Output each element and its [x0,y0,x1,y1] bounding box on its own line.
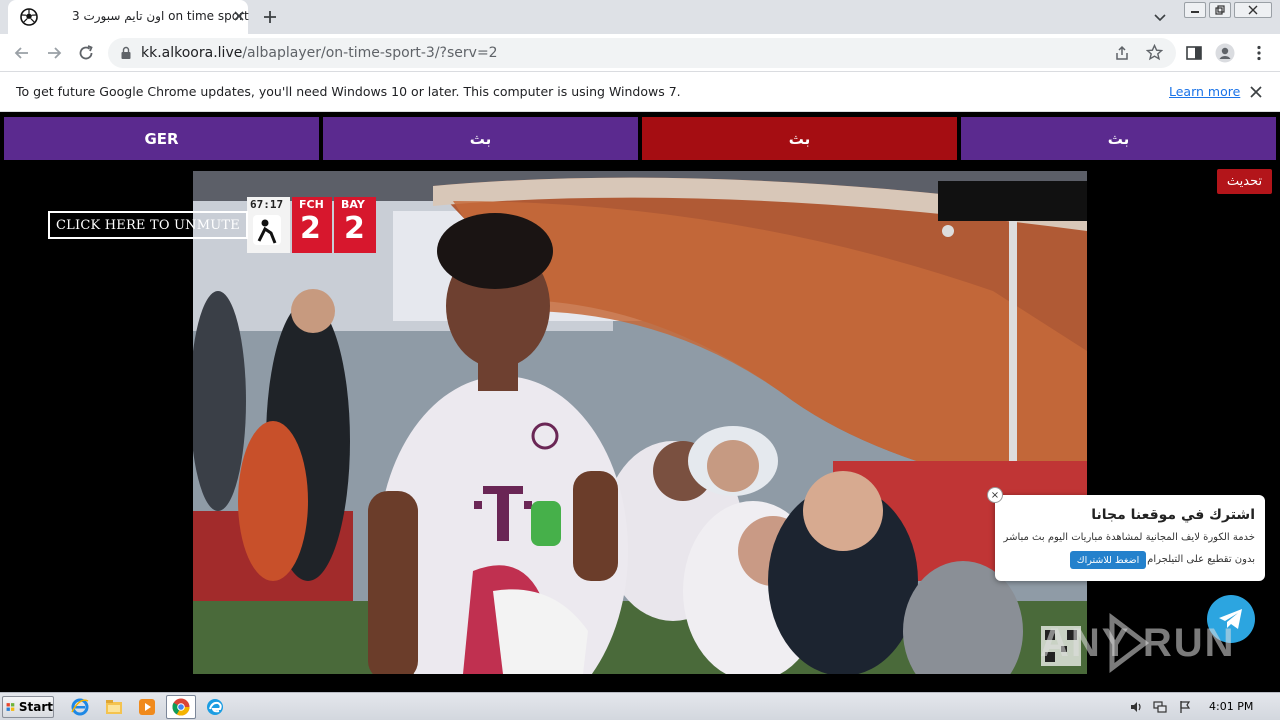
anyrun-watermark-logo: ANY RUN [1040,612,1236,674]
forward-arrow-icon[interactable] [44,43,64,63]
close-icon [1248,5,1258,15]
popup-close-button[interactable]: × [987,487,1003,503]
minimize-icon [1191,11,1199,13]
edge-icon[interactable] [205,697,225,717]
server-button-active[interactable]: بث [642,117,957,160]
close-icon[interactable] [1249,85,1263,99]
home-team: FCH [299,198,324,211]
learn-more-link[interactable]: Learn more [1169,84,1240,99]
media-player-icon[interactable] [137,697,157,717]
page-content: GER بث بث بث تحديث 67:17 FCH BAY 2 2 CLI… [0,113,1280,692]
reload-icon[interactable] [76,43,96,63]
subscribe-button[interactable]: اضغط للاشتراك [1070,551,1146,569]
tab-close-icon[interactable] [232,9,246,23]
match-clock: 67:17 [250,198,284,211]
bundesliga-logo-icon [253,215,281,245]
popup-description-line2: بدون تقطيع على التيلجرام [1147,554,1255,565]
action-center-flag-icon[interactable] [1178,700,1192,714]
soccer-ball-icon [20,8,38,26]
server-button-label: GER [144,129,179,148]
server-button-2[interactable]: بث [323,117,638,160]
network-icon[interactable] [1153,700,1167,714]
chevron-down-icon[interactable] [1153,10,1167,24]
chrome-icon [172,698,190,716]
popup-description-line1: خدمة الكورة لايف المجانية لمشاهدة مباريا… [1003,532,1255,543]
taskbar-chrome-button[interactable] [166,695,196,719]
url-domain: kk.alkoora.live [141,45,243,61]
start-button[interactable]: Start [2,696,54,718]
server-button-ger[interactable]: GER [4,117,319,160]
address-bar[interactable]: kk.alkoora.live/albaplayer/on-time-sport… [108,38,1176,68]
minimize-button[interactable] [1184,2,1206,18]
anyrun-watermark-text: ANY RUN [1040,621,1236,665]
lock-icon[interactable] [120,46,132,60]
bookmark-star-icon[interactable] [1146,44,1163,61]
new-tab-icon[interactable] [262,9,278,25]
share-icon[interactable] [1114,45,1130,61]
start-label: Start [18,700,53,714]
url-text[interactable]: kk.alkoora.live/albaplayer/on-time-sport… [141,45,498,61]
scoreboard: 67:17 FCH BAY 2 2 [247,197,376,253]
internet-explorer-icon[interactable] [70,697,90,717]
away-team: BAY [341,198,365,211]
home-score: 2 [300,211,321,246]
update-infobar: To get future Google Chrome updates, you… [0,72,1280,112]
volume-icon[interactable] [1129,700,1143,714]
refresh-button[interactable]: تحديث [1217,169,1272,194]
menu-dots-icon[interactable] [1250,44,1268,62]
window-close-button[interactable] [1234,2,1272,18]
tab-strip: اون تايم سبورت 3 on time sport [0,0,1280,34]
server-button-label: بث [788,129,811,148]
tab-title: اون تايم سبورت 3 on time sport [72,9,249,23]
url-path: /albaplayer/on-time-sport-3/?serv=2 [242,45,498,61]
file-explorer-icon[interactable] [104,697,124,717]
back-arrow-icon[interactable] [12,43,32,63]
restore-button[interactable] [1209,2,1231,18]
restore-icon [1215,5,1225,15]
unmute-button[interactable]: CLICK HERE TO UNMUTE [48,211,248,239]
server-button-label: بث [469,129,492,148]
taskbar-clock[interactable]: 4:01 PM [1209,700,1253,713]
windows-logo-icon [6,703,15,711]
side-panel-icon[interactable] [1185,44,1203,62]
browser-toolbar: kk.alkoora.live/albaplayer/on-time-sport… [0,34,1280,72]
server-button-label: بث [1107,129,1130,148]
windows-taskbar: Start 4:01 PM [0,692,1280,720]
video-player[interactable]: 67:17 FCH BAY 2 2 [193,171,1087,674]
away-score: 2 [344,211,365,246]
subscribe-popup: اشترك في موقعنا مجانا خدمة الكورة لايف ا… [995,495,1265,581]
popup-title: اشترك في موقعنا مجانا [1091,507,1255,523]
server-button-4[interactable]: بث [961,117,1276,160]
infobar-message: To get future Google Chrome updates, you… [16,84,681,99]
browser-tab[interactable]: اون تايم سبورت 3 on time sport [8,0,249,34]
profile-icon[interactable] [1215,43,1235,63]
